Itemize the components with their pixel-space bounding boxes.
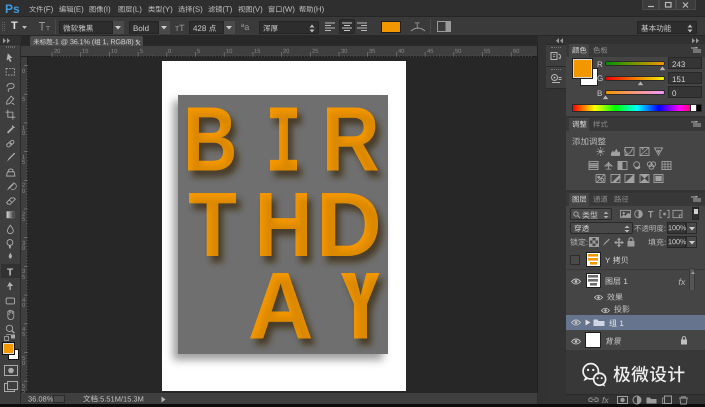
svg-text:T: T <box>648 210 654 219</box>
svg-text:T: T <box>415 21 421 31</box>
svg-text:fx: fx <box>602 395 609 405</box>
